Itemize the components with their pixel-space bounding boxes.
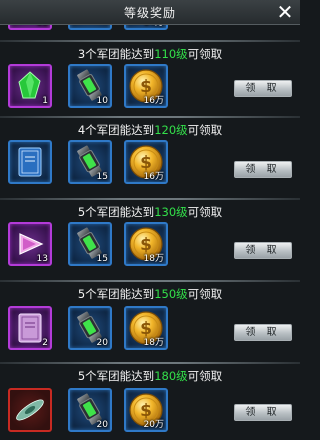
reward-slot[interactable]: [8, 388, 52, 432]
reward-slot[interactable]: 20: [68, 306, 112, 350]
window-title: 等级奖励: [123, 6, 176, 20]
reward-slot[interactable]: 15: [68, 222, 112, 266]
reward-slot[interactable]: 18万: [124, 306, 168, 350]
row-condition: 4个军团能达到120级可领取: [77, 123, 223, 137]
claim-button[interactable]: 领 取: [234, 242, 292, 259]
item-quantity: 20: [96, 338, 108, 348]
item-quantity: 18万: [143, 254, 164, 264]
item-quantity: 13: [36, 254, 48, 264]
claim-button[interactable]: 领 取: [234, 404, 292, 421]
reward-slot[interactable]: 18万: [124, 222, 168, 266]
item-quantity: 16万: [143, 172, 164, 182]
close-icon[interactable]: ✕: [274, 1, 296, 23]
claim-button[interactable]: 领 取: [234, 80, 292, 97]
reward-slot[interactable]: 20: [68, 388, 112, 432]
claim-button[interactable]: 领 取: [234, 324, 292, 341]
item-quantity: 15: [96, 254, 108, 264]
item-quantity: 1: [42, 96, 48, 106]
row-condition: 5个军团能达到150级可领取: [77, 287, 223, 301]
reward-slot[interactable]: 16万: [124, 64, 168, 108]
row-condition: 5个军团能达到180级可领取: [77, 369, 223, 383]
reward-slot[interactable]: 20万: [124, 388, 168, 432]
reward-slot[interactable]: 15: [68, 140, 112, 184]
red-ship-icon: [16, 399, 44, 421]
item-quantity: 16万: [143, 96, 164, 106]
item-quantity: 20: [96, 420, 108, 430]
blue-book-icon: [18, 147, 42, 177]
reward-slot[interactable]: 13: [8, 222, 52, 266]
title-bar: 等级奖励 ✕: [0, 0, 300, 25]
row-divider: [0, 116, 300, 118]
claim-button[interactable]: 领 取: [234, 161, 292, 178]
reward-slot[interactable]: [8, 140, 52, 184]
reward-list: 13 14万 3个军团能达到110级可领取 1 10 16万 领 取 4个军团能…: [0, 0, 300, 440]
item-quantity: 10: [96, 96, 108, 106]
reward-slot[interactable]: 1: [8, 64, 52, 108]
row-divider: [0, 362, 300, 364]
row-condition: 3个军团能达到110级可领取: [77, 47, 223, 61]
row-divider: [0, 198, 300, 200]
row-divider: [0, 40, 300, 42]
reward-slot[interactable]: 10: [68, 64, 112, 108]
item-quantity: 15: [96, 172, 108, 182]
row-divider: [0, 280, 300, 282]
reward-slot[interactable]: 16万: [124, 140, 168, 184]
row-condition: 5个军团能达到130级可领取: [77, 205, 223, 219]
item-quantity: 18万: [143, 338, 164, 348]
item-quantity: 20万: [143, 420, 164, 430]
item-quantity: 2: [42, 338, 48, 348]
reward-slot[interactable]: 2: [8, 306, 52, 350]
